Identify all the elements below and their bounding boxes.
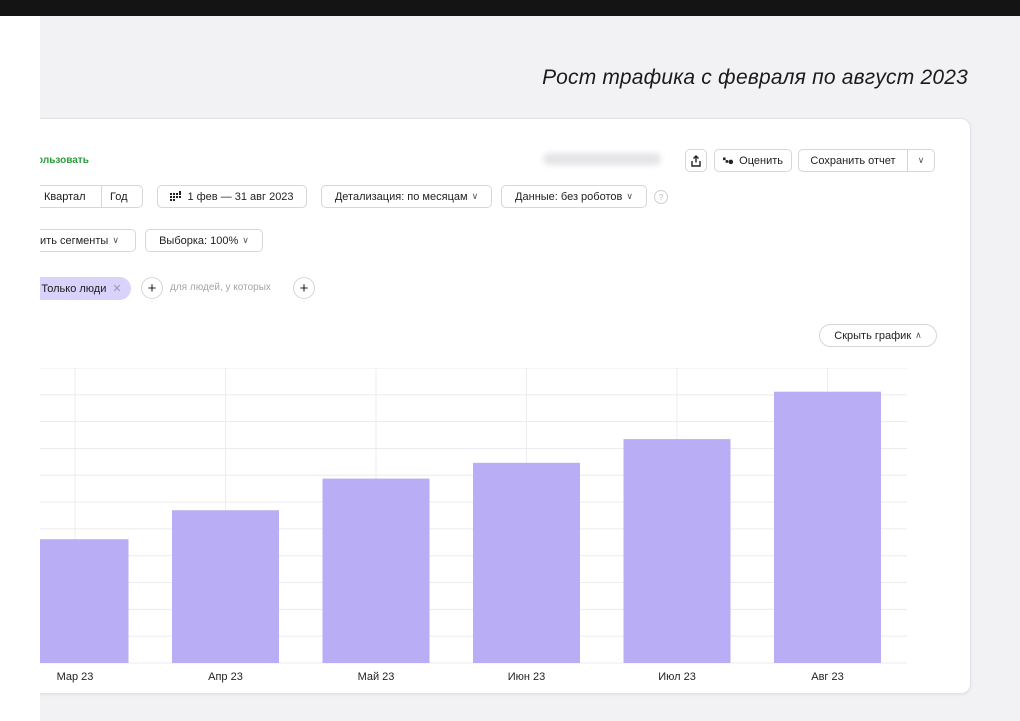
plus-icon: + [299, 279, 309, 297]
sample-label: Выборка: 100% [159, 234, 239, 247]
content-stage: Рост трафика с февраля по август 2023 по… [40, 16, 1020, 721]
chevron-down-icon: ∨ [626, 191, 633, 201]
chevron-down-icon: ∨ [471, 191, 479, 201]
plus-icon: + [147, 279, 157, 297]
chevron-up-icon: ∧ [915, 330, 922, 340]
chevron-down-icon: ∨ [112, 235, 119, 245]
hide-chart-label: Скрыть график [834, 329, 912, 342]
segment-chip-label: сть: Только люди [40, 282, 107, 295]
share-icon [691, 154, 701, 167]
x-axis-tick-label: Авг 23 [811, 671, 843, 683]
chart-bar[interactable] [623, 439, 731, 663]
chart-bar[interactable] [774, 391, 881, 663]
period-year-segment[interactable]: Год [101, 185, 143, 208]
x-axis-tick-label: Апр 23 [208, 671, 243, 683]
use-link[interactable]: пользовать [40, 155, 89, 166]
people-condition-label: для людей, у которых [170, 282, 271, 293]
bar-chart: Мар 23 Апр 23 Май 23 Июн 23 Июл 23 Авг 23 [40, 367, 907, 683]
report-card: пользовать Оценить Сохранить отчет ∨ ц К… [40, 118, 971, 694]
help-icon[interactable]: ? [654, 190, 668, 204]
compare-segments-dropdown[interactable]: внить сегменты ∨ [40, 229, 136, 252]
chart-bar[interactable] [322, 478, 430, 663]
date-range-label: 1 фев — 31 авг 2023 [187, 190, 294, 203]
blurred-counter-label [543, 153, 661, 165]
page-heading: Рост трафика с февраля по август 2023 [542, 66, 968, 89]
calendar-icon [170, 191, 182, 201]
x-axis-tick-label: Июн 23 [508, 671, 546, 683]
data-filter-label: Данные: без роботов [515, 190, 623, 203]
period-quarter-label: Квартал [44, 190, 86, 203]
rate-label: Оценить [739, 154, 783, 167]
date-range-button[interactable]: 1 фев — 31 авг 2023 [157, 185, 307, 208]
segment-chip[interactable]: сть: Только люди ✕ [40, 277, 131, 300]
add-condition-button[interactable]: + [293, 277, 315, 299]
top-black-bar [0, 0, 1020, 16]
rate-button[interactable]: Оценить [714, 149, 792, 172]
share-button[interactable] [685, 149, 707, 172]
detail-label: Детализация: по месяцам [334, 190, 468, 203]
rate-icon [723, 157, 734, 164]
save-report-label: Сохранить отчет [810, 154, 896, 167]
period-quarter-segment[interactable]: Квартал [40, 185, 101, 208]
chart-bar[interactable] [172, 510, 279, 663]
compare-segments-label: внить сегменты [40, 234, 109, 247]
close-icon[interactable]: ✕ [112, 282, 121, 295]
x-axis-tick-label: Май 23 [358, 671, 395, 683]
hide-chart-button[interactable]: Скрыть график ∧ [819, 324, 937, 347]
traffic-chart: Мар 23 Апр 23 Май 23 Июн 23 Июл 23 Авг 23 [40, 367, 909, 688]
data-filter-dropdown[interactable]: Данные: без роботов ∨ [501, 185, 647, 208]
save-report-button[interactable]: Сохранить отчет [798, 149, 908, 172]
save-options-dropdown[interactable]: ∨ [907, 149, 935, 172]
chart-bar[interactable] [40, 539, 129, 663]
period-year-label: Год [110, 190, 128, 203]
sample-dropdown[interactable]: Выборка: 100% ∨ [145, 229, 263, 252]
x-axis-tick-label: Мар 23 [57, 671, 94, 683]
x-axis-tick-label: Июл 23 [658, 671, 696, 683]
add-filter-button[interactable]: + [141, 277, 163, 299]
chevron-down-icon: ∨ [917, 155, 925, 165]
detail-dropdown[interactable]: Детализация: по месяцам ∨ [321, 185, 492, 208]
chevron-down-icon: ∨ [242, 235, 249, 245]
chart-bar[interactable] [473, 462, 580, 663]
